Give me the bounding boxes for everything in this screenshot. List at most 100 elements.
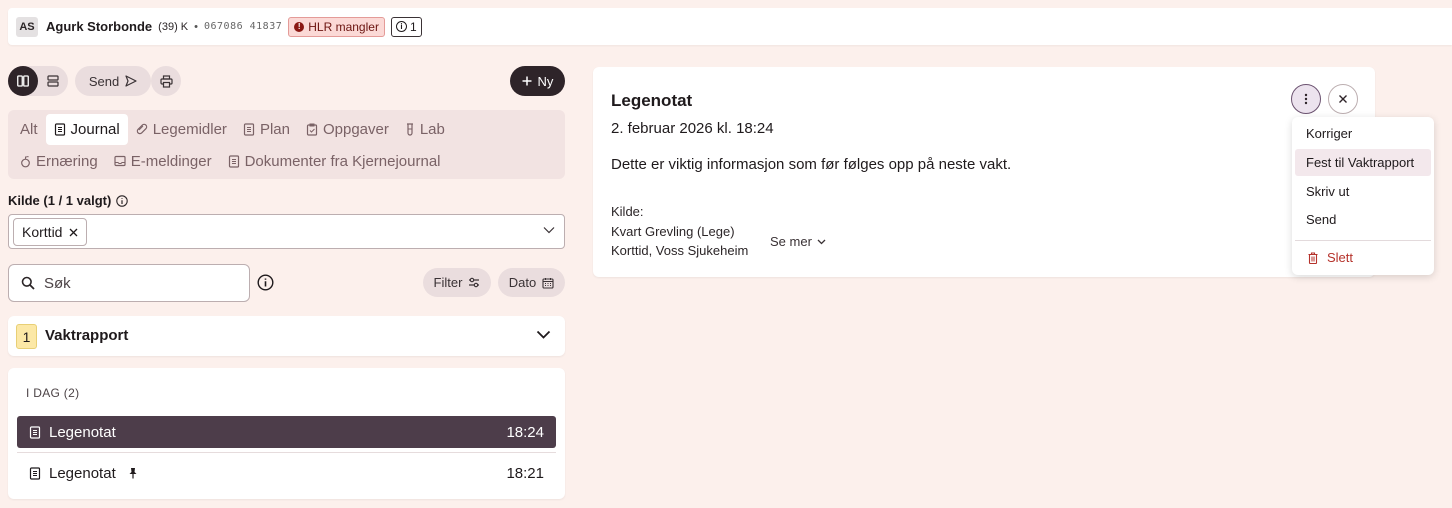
- tab-label: Plan: [259, 120, 290, 138]
- chevron-down-icon: [817, 239, 826, 244]
- send-button[interactable]: Send: [75, 66, 151, 96]
- close-button[interactable]: [1328, 84, 1358, 114]
- patient-header: AS Agurk Storbonde (39) K • 067086 41837…: [8, 8, 1452, 45]
- tab-journal[interactable]: Journal: [45, 113, 128, 145]
- send-icon: [125, 75, 137, 87]
- tab-oppgaver[interactable]: Oppgaver: [298, 114, 397, 145]
- note-detail: Legenotat 2. februar 2026 kl. 18:24 Dett…: [593, 67, 1375, 277]
- menu-item-fest-til-vaktrapport[interactable]: Fest til Vaktrapport: [1295, 149, 1431, 176]
- alert-icon: !: [294, 21, 305, 32]
- menu-item-send[interactable]: Send: [1295, 206, 1431, 233]
- note-title: Legenotat: [611, 91, 693, 110]
- tab-plan[interactable]: Plan: [235, 114, 298, 145]
- info-count-badge[interactable]: i 1: [390, 16, 422, 37]
- tab-label: Dokumenter fra Kjernejournal: [244, 152, 441, 170]
- sliders-icon: [469, 277, 480, 288]
- trash-icon: [1308, 251, 1318, 264]
- split-view-button[interactable]: [8, 66, 38, 96]
- close-icon[interactable]: [69, 228, 78, 237]
- document-icon: [228, 154, 239, 168]
- close-icon: [1339, 95, 1347, 103]
- search-input[interactable]: [44, 274, 234, 292]
- source-label: Kilde:: [611, 204, 644, 219]
- list-group-heading: I DAG (2): [26, 386, 80, 400]
- info-count: 1: [409, 19, 417, 34]
- print-button[interactable]: [151, 66, 181, 96]
- plus-icon: [522, 76, 532, 86]
- journal-toolbar: Send Ny: [8, 66, 565, 96]
- date-filter-label: Dato: [508, 275, 537, 290]
- source-author: Kvart Grevling (Lege): [611, 224, 735, 239]
- patient-age-sex: (39) K: [158, 20, 189, 33]
- calendar-icon: [542, 277, 554, 289]
- filter-button[interactable]: Filter: [423, 268, 491, 297]
- document-icon: [243, 122, 255, 136]
- source-unit: Korttid, Voss Sjukeheim: [611, 243, 749, 258]
- list-item-title: Legenotat: [49, 423, 116, 441]
- source-select[interactable]: Korttid: [8, 214, 565, 249]
- see-more-button[interactable]: Se mer: [770, 234, 826, 249]
- divider: [17, 452, 556, 453]
- patient-avatar: AS: [16, 16, 38, 37]
- tab-alt[interactable]: Alt: [12, 114, 46, 145]
- chevron-down-icon[interactable]: [536, 330, 551, 340]
- source-filter-label-text: Kilde (1 / 1 valgt): [8, 193, 112, 208]
- test-tube-icon: [406, 122, 413, 136]
- tab-label: E-meldinger: [130, 152, 212, 170]
- tab-label: Lab: [419, 120, 445, 138]
- nutrition-icon: [21, 155, 30, 167]
- list-view-button[interactable]: [38, 66, 68, 96]
- rows-icon: [47, 75, 59, 87]
- tab-label: Journal: [70, 120, 120, 138]
- see-more-label: Se mer: [770, 234, 812, 249]
- info-icon[interactable]: [116, 194, 129, 207]
- tab-label: Legemidler: [152, 120, 227, 138]
- vaktrapport-title: Vaktrapport: [45, 327, 129, 344]
- clipboard-icon: [306, 123, 318, 136]
- patient-name: Agurk Storbonde: [46, 19, 153, 34]
- pin-icon: [129, 468, 137, 479]
- vaktrapport-section[interactable]: 1 Vaktrapport: [8, 316, 565, 356]
- tab-e-meldinger[interactable]: E-meldinger: [106, 146, 220, 177]
- list-item-title: Legenotat: [49, 464, 116, 482]
- patient-id: 067086 41837: [204, 21, 283, 32]
- info-icon[interactable]: [257, 274, 274, 291]
- search-field[interactable]: [8, 264, 250, 302]
- send-button-label: Send: [88, 73, 120, 89]
- menu-item-skriv-ut[interactable]: Skriv ut: [1295, 178, 1431, 205]
- source-chip: Korttid: [13, 218, 88, 246]
- pill-icon: [136, 123, 147, 135]
- vaktrapport-count-badge: 1: [16, 324, 37, 349]
- hlr-warning-badge[interactable]: ! HLR mangler: [288, 16, 385, 37]
- list-item-time: 18:24: [506, 423, 544, 441]
- note-list: I DAG (2) Legenotat 18:24 Legenotat 18:2…: [8, 368, 565, 499]
- menu-item-korriger[interactable]: Korriger: [1295, 120, 1431, 147]
- note-actions-menu: Korriger Fest til Vaktrapport Skriv ut S…: [1292, 117, 1434, 275]
- list-item-time: 18:21: [506, 464, 544, 482]
- document-icon: [54, 122, 65, 136]
- more-vertical-icon: [1304, 93, 1308, 105]
- date-filter-button[interactable]: Dato: [498, 268, 565, 297]
- divider: [1295, 240, 1431, 241]
- tab-lab[interactable]: Lab: [397, 114, 453, 145]
- tab-ernaering[interactable]: Ernæring: [12, 146, 106, 177]
- chevron-down-icon: [543, 227, 555, 234]
- columns-icon: [17, 75, 29, 87]
- menu-item-slett[interactable]: Slett: [1295, 244, 1431, 271]
- tab-dokumenter-kjernejournal[interactable]: Dokumenter fra Kjernejournal: [220, 146, 449, 177]
- list-item[interactable]: Legenotat 18:21: [17, 457, 556, 489]
- new-entry-label: Ny: [537, 73, 554, 89]
- delete-label: Slett: [1327, 250, 1354, 265]
- printer-icon: [159, 74, 173, 88]
- info-icon: i: [395, 21, 407, 32]
- note-body: Dette er viktig informasjon som før følg…: [611, 156, 1012, 173]
- filter-button-label: Filter: [433, 275, 463, 290]
- document-icon: [29, 425, 41, 439]
- view-toggle: [8, 66, 68, 96]
- tab-label: Alt: [20, 120, 38, 138]
- new-entry-button[interactable]: Ny: [510, 66, 565, 96]
- category-tabs: Alt Journal Legemidler Plan Oppgaver Lab…: [8, 110, 565, 179]
- more-options-button[interactable]: [1291, 84, 1321, 114]
- list-item[interactable]: Legenotat 18:24: [17, 416, 556, 448]
- tab-legemidler[interactable]: Legemidler: [128, 114, 235, 145]
